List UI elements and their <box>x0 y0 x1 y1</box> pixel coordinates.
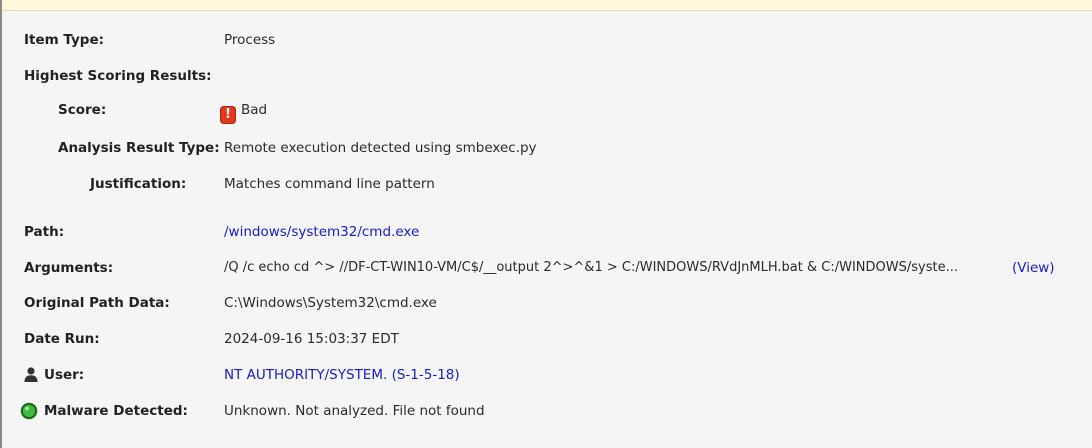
bad-exclamation-icon: ! <box>220 106 236 124</box>
highest-scoring-label: Highest Scoring Results: <box>24 68 212 84</box>
green-status-icon <box>20 402 38 420</box>
malware-detected-label: Malware Detected: <box>44 403 188 419</box>
justification-label: Justification: <box>90 176 187 192</box>
justification-value: Matches command line pattern <box>224 176 435 192</box>
top-banner <box>2 0 1092 11</box>
analysis-result-type-value: Remote execution detected using smbexec.… <box>224 140 537 156</box>
original-path-value: C:\Windows\System32\cmd.exe <box>224 295 437 311</box>
date-run-label: Date Run: <box>24 331 100 347</box>
user-icon <box>24 367 38 382</box>
analysis-result-type-label: Analysis Result Type: <box>58 140 220 156</box>
view-arguments-link[interactable]: (View) <box>1012 258 1055 278</box>
user-link[interactable]: NT AUTHORITY/SYSTEM. (S-1-5-18) <box>224 365 460 385</box>
score-value-wrap: ! Bad <box>220 100 268 124</box>
user-label: User: <box>44 367 85 383</box>
score-value: Bad <box>241 102 268 118</box>
date-run-value: 2024-09-16 15:03:37 EDT <box>224 331 399 347</box>
user-label-wrap: User: <box>0 365 220 385</box>
score-label: Score: <box>58 102 107 118</box>
original-path-label: Original Path Data: <box>24 295 170 311</box>
malware-detected-value: Unknown. Not analyzed. File not found <box>224 403 485 419</box>
path-link[interactable]: /windows/system32/cmd.exe <box>224 222 419 242</box>
item-type-value: Process <box>224 32 276 48</box>
item-type-label: Item Type: <box>24 32 105 48</box>
arguments-value: /Q /c echo cd ^> //DF-CT-WIN10-VM/C$/__o… <box>224 260 958 275</box>
arguments-label: Arguments: <box>24 260 114 276</box>
malware-label-wrap: Malware Detected: <box>0 401 220 421</box>
path-label: Path: <box>24 224 65 240</box>
